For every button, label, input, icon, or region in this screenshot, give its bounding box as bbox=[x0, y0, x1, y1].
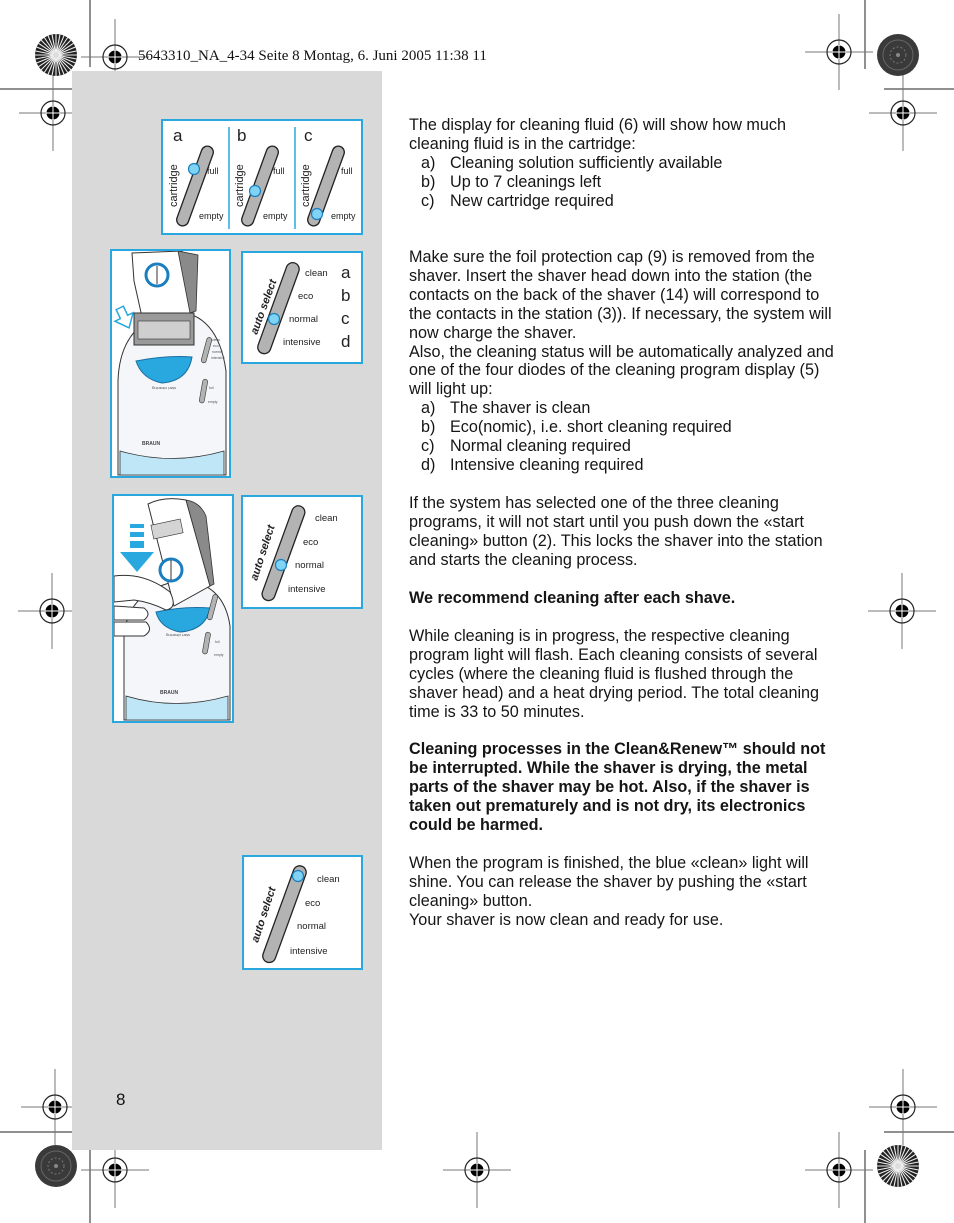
list-item: a) Cleaning solution sufficiently availab… bbox=[409, 154, 839, 173]
item-label: a) bbox=[421, 399, 436, 418]
letter-b: b bbox=[237, 126, 246, 145]
option-eco: eco bbox=[298, 291, 313, 302]
cartridge-level-panel: a cartridge full empty b cartridge full … bbox=[161, 119, 363, 235]
empty-label: empty bbox=[263, 211, 288, 221]
section-cleaning-progress: While cleaning is in progress, the respe… bbox=[409, 627, 839, 722]
paragraph: Also, the cleaning status will be automa… bbox=[409, 342, 834, 399]
program-display-panel-selected: auto select clean eco normal intensive bbox=[241, 495, 363, 609]
mini-normal: normal bbox=[212, 350, 223, 354]
option-clean: clean bbox=[317, 874, 340, 885]
axis-label: cartridge bbox=[300, 164, 312, 207]
full-label: full bbox=[341, 166, 353, 176]
item-label: a) bbox=[421, 153, 436, 172]
item-text: New cartridge required bbox=[450, 191, 614, 210]
list-item: c) Normal cleaning required bbox=[409, 437, 839, 456]
section-start-cleaning: If the system has selected one of the th… bbox=[409, 494, 839, 570]
item-text: The shaver is clean bbox=[450, 399, 591, 418]
option-intensive: intensive bbox=[290, 946, 328, 957]
mini-empty: empty bbox=[214, 653, 224, 657]
station-illustration-insert: start cleaning clean eco normal intensiv… bbox=[110, 249, 231, 478]
cartridge-column-b: b cartridge full empty bbox=[234, 126, 288, 227]
option-intensive: intensive bbox=[283, 337, 321, 348]
option-normal: normal bbox=[297, 921, 326, 932]
option-eco: eco bbox=[305, 898, 320, 909]
list-item: d) Intensive cleaning required bbox=[409, 456, 839, 475]
cartridge-column-a: a cartridge full empty bbox=[168, 126, 224, 227]
letter-c: c bbox=[304, 126, 313, 145]
list-item: a) The shaver is clean bbox=[409, 399, 839, 418]
mini-full: full bbox=[215, 640, 220, 644]
item-label: c) bbox=[421, 191, 435, 210]
warning: Cleaning processes in the Clean&Renew™ s… bbox=[409, 740, 839, 835]
item-label: c) bbox=[421, 437, 435, 456]
option-intensive: intensive bbox=[288, 584, 326, 595]
letter-a: a bbox=[341, 263, 351, 282]
full-label: full bbox=[273, 166, 285, 176]
led-icon bbox=[248, 184, 262, 198]
print-header: 5643310_NA_4-34 Seite 8 Montag, 6. Juni … bbox=[138, 48, 487, 64]
letter-c: c bbox=[341, 309, 350, 328]
letter-b: b bbox=[341, 286, 350, 305]
full-label: full bbox=[207, 166, 219, 176]
mini-eco: eco bbox=[213, 344, 219, 348]
recommendation-text: We recommend cleaning after each shave. bbox=[409, 589, 736, 607]
paragraph: Your shaver is now clean and ready for u… bbox=[409, 910, 724, 929]
section-finished: When the program is finished, the blue «… bbox=[409, 854, 839, 930]
led-icon bbox=[291, 869, 305, 883]
cartridge-column-c: c cartridge full empty bbox=[300, 126, 356, 227]
option-normal: normal bbox=[295, 560, 324, 571]
list-item: b) Eco(nomic), i.e. short cleaning requir… bbox=[409, 418, 839, 437]
empty-label: empty bbox=[199, 211, 224, 221]
mini-clean: clean bbox=[212, 338, 220, 342]
empty-label: empty bbox=[331, 211, 356, 221]
item-text: Up to 7 cleanings left bbox=[450, 172, 602, 191]
item-label: b) bbox=[421, 172, 436, 191]
section-insert-shaver: Make sure the foil protection cap (9) is… bbox=[409, 248, 839, 475]
item-text: Cleaning solution sufficiently available bbox=[450, 153, 723, 172]
option-clean: clean bbox=[315, 513, 338, 524]
axis-label: cartridge bbox=[168, 164, 180, 207]
list-item: c) New cartridge required bbox=[409, 192, 839, 211]
led-icon bbox=[187, 162, 201, 176]
paragraph: Make sure the foil protection cap (9) is… bbox=[409, 248, 832, 342]
item-label: b) bbox=[421, 418, 436, 437]
program-display-panel-status: auto select clean eco normal intensive a… bbox=[241, 251, 363, 364]
led-icon bbox=[274, 558, 288, 572]
warning-text: Cleaning processes in the Clean&Renew™ s… bbox=[409, 740, 826, 834]
item-text: Eco(nomic), i.e. short cleaning required bbox=[450, 418, 732, 437]
led-icon bbox=[267, 312, 281, 326]
paragraph: If the system has selected one of the th… bbox=[409, 494, 823, 569]
option-clean: clean bbox=[305, 268, 328, 279]
section-cartridge-display: The display for cleaning fluid (6) will … bbox=[409, 116, 839, 211]
mini-intensive: intensive bbox=[211, 356, 225, 360]
option-eco: eco bbox=[303, 537, 318, 548]
program-display-panel-finished: auto select clean eco normal intensive bbox=[242, 855, 363, 970]
recommendation: We recommend cleaning after each shave. bbox=[409, 589, 839, 608]
letter-a: a bbox=[173, 126, 183, 145]
page-number: 8 bbox=[116, 1090, 126, 1109]
brand-logo: BRAUN bbox=[160, 690, 178, 696]
start-cleaning-label: start cleaning bbox=[152, 386, 176, 391]
item-text: Intensive cleaning required bbox=[450, 455, 644, 474]
list-item: b) Up to 7 cleanings left bbox=[409, 173, 839, 192]
item-label: d) bbox=[421, 455, 436, 474]
item-text: Normal cleaning required bbox=[450, 437, 631, 456]
push-down-arrow-icon bbox=[120, 524, 154, 572]
axis-label: cartridge bbox=[234, 164, 246, 207]
letter-d: d bbox=[341, 332, 350, 351]
start-cleaning-label: start cleaning bbox=[166, 633, 190, 638]
paragraph: The display for cleaning fluid (6) will … bbox=[409, 116, 786, 153]
paragraph: When the program is finished, the blue «… bbox=[409, 854, 809, 910]
led-icon bbox=[310, 207, 324, 221]
mini-empty: empty bbox=[208, 400, 218, 404]
paragraph: While cleaning is in progress, the respe… bbox=[409, 627, 820, 721]
brand-logo: BRAUN bbox=[142, 441, 160, 447]
option-normal: normal bbox=[289, 314, 318, 325]
mini-full: full bbox=[209, 386, 214, 390]
station-illustration-start: start cleaning full empty BRAUN bbox=[112, 494, 234, 723]
